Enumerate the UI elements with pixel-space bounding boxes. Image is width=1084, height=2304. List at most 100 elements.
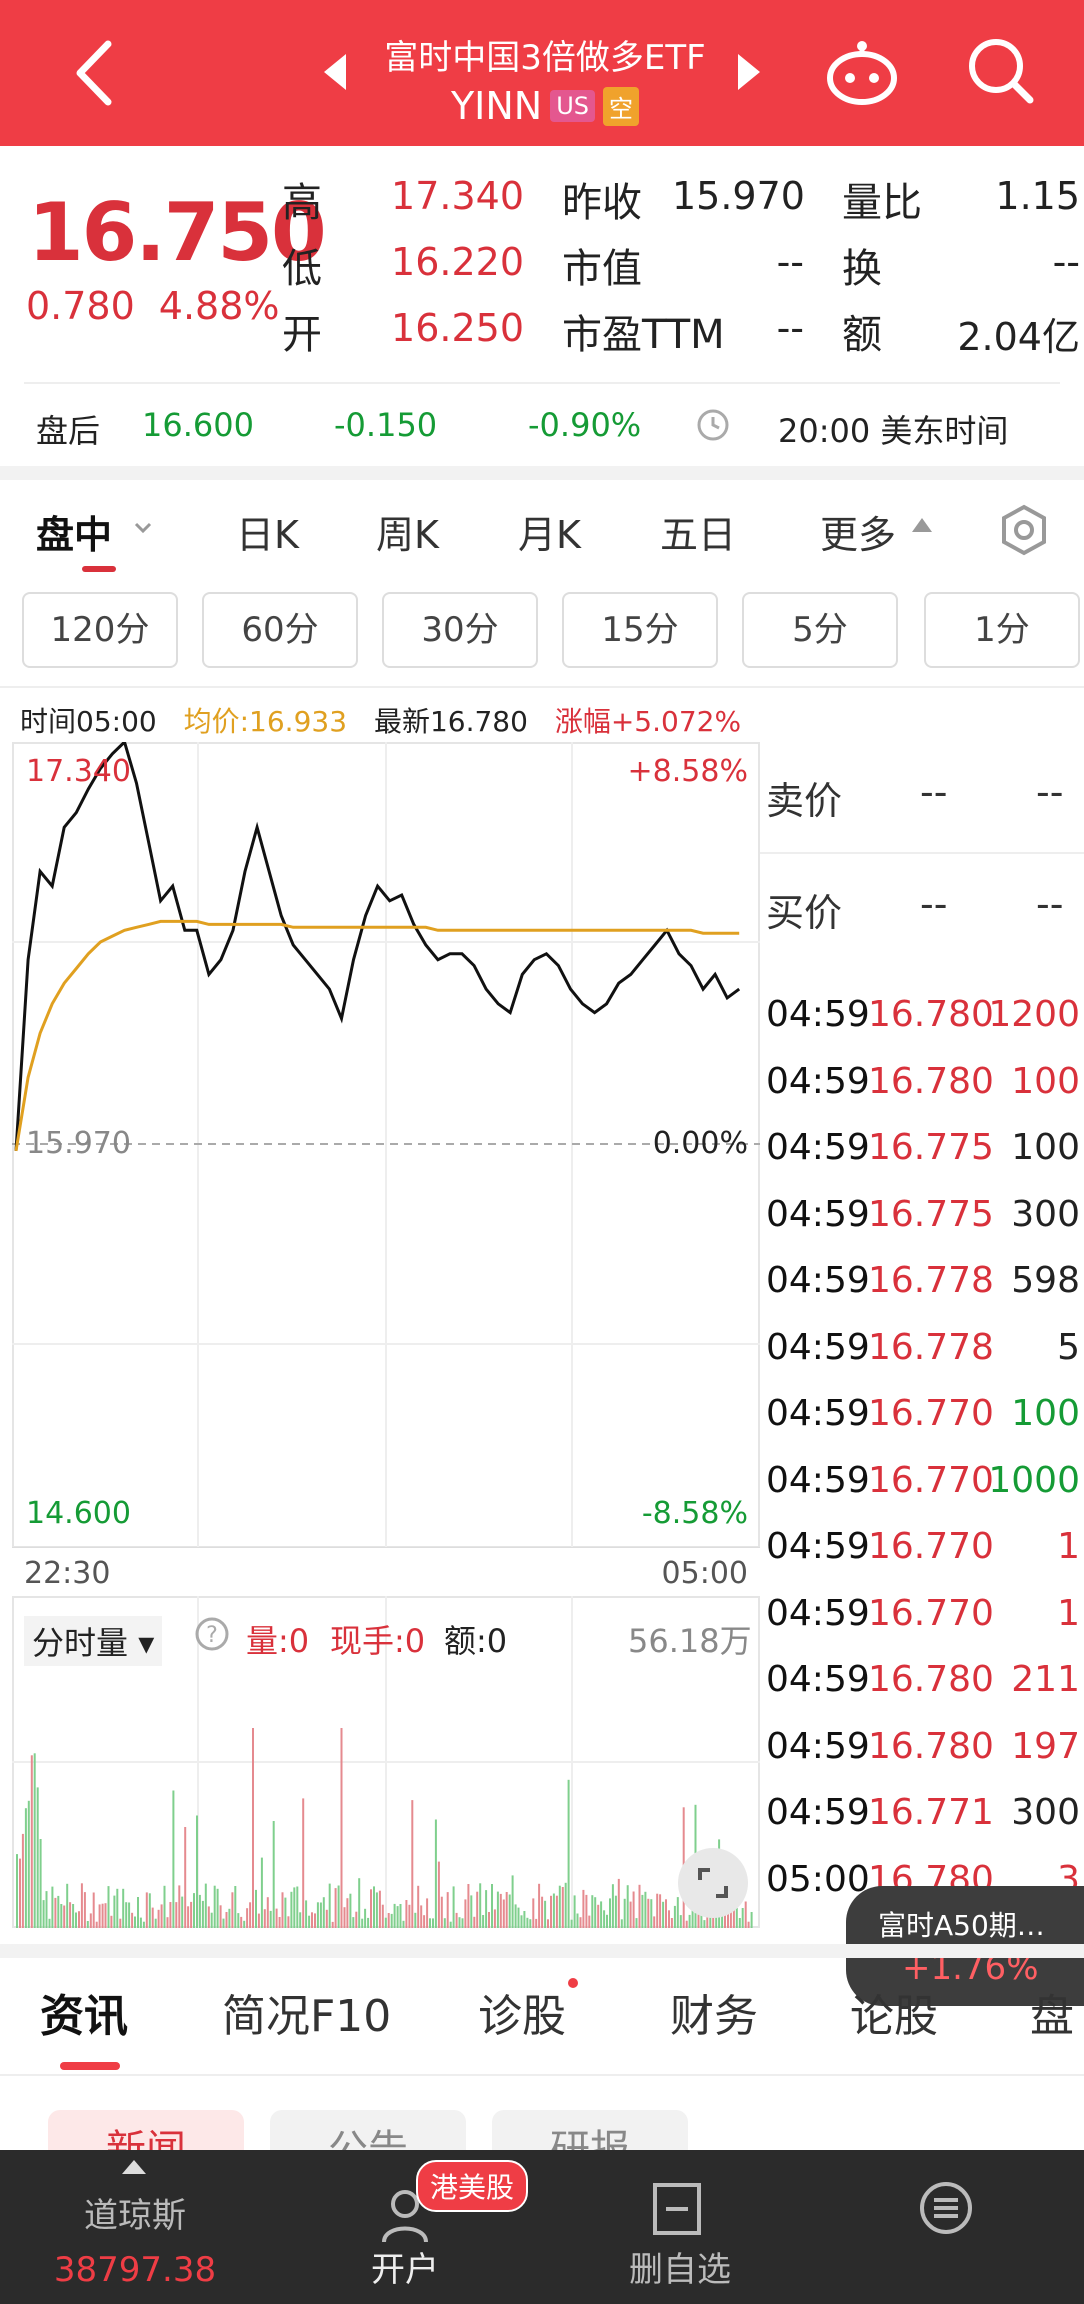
- caret-up-icon[interactable]: [910, 516, 934, 534]
- volume-bar: [452, 1886, 455, 1928]
- divider: [0, 2074, 1084, 2076]
- volume-bar: [346, 1898, 349, 1928]
- period-15m[interactable]: 15分: [562, 592, 718, 668]
- volume-bar: [352, 1917, 355, 1928]
- next-icon[interactable]: [736, 52, 762, 92]
- volume-bar: [579, 1917, 582, 1928]
- volume-bar: [204, 1883, 207, 1928]
- volume-bar: [670, 1918, 673, 1928]
- volume-mode-dropdown[interactable]: 分时量 ▾: [24, 1616, 163, 1666]
- volume-bar: [523, 1911, 526, 1928]
- tick-time: 04:59: [766, 1393, 870, 1434]
- bot-icon[interactable]: [826, 38, 898, 106]
- volume-bar: [246, 1908, 249, 1928]
- info-time: 时间05:00: [20, 705, 157, 738]
- period-30m[interactable]: 30分: [382, 592, 538, 668]
- intraday-chart[interactable]: 17.340 +8.58% 15.970 0.00% 14.600 -8.58%…: [12, 742, 760, 1591]
- tab-more-news[interactable]: 盘: [1030, 1980, 1074, 2044]
- remove-watchlist-button[interactable]: 删自选: [600, 2242, 760, 2291]
- promo-badge[interactable]: 港美股: [416, 2160, 529, 2212]
- tick-price: 16.780: [868, 994, 994, 1035]
- volume-bar: [151, 1907, 154, 1928]
- tab-financials[interactable]: 财务: [670, 1980, 758, 2044]
- volume-bar: [662, 1901, 665, 1928]
- volume-bar: [426, 1898, 429, 1928]
- tab-intraday[interactable]: 盘中: [36, 504, 112, 559]
- volume-bar: [269, 1910, 272, 1928]
- period-120m[interactable]: 120分: [22, 592, 178, 668]
- tab-profile[interactable]: 简况F10: [222, 1980, 391, 2044]
- ask-price: --: [920, 770, 948, 814]
- open-account-button[interactable]: 开户: [340, 2242, 470, 2291]
- volume-bar: [299, 1912, 302, 1928]
- volume-bar: [190, 1901, 193, 1928]
- volume-bar: [641, 1894, 644, 1928]
- tab-weekly[interactable]: 周K: [376, 504, 439, 559]
- search-icon[interactable]: [966, 36, 1036, 106]
- period-60m[interactable]: 60分: [202, 592, 358, 668]
- volume-bar: [437, 1861, 440, 1928]
- tab-monthly[interactable]: 月K: [518, 504, 581, 559]
- after-hours-bar: 盘后 16.600 -0.150 -0.90% 20:00 美东时间: [0, 392, 1084, 458]
- volume-bar: [148, 1893, 151, 1928]
- fullscreen-button[interactable]: [678, 1848, 748, 1918]
- divider: [24, 382, 1060, 384]
- volume-bar: [21, 1833, 24, 1928]
- volume-mode-label: 分时量: [32, 1624, 129, 1662]
- x-start-label: 22:30: [24, 1556, 111, 1591]
- period-5m[interactable]: 5分: [742, 592, 898, 668]
- tick-volume: 598: [1011, 1260, 1080, 1301]
- help-icon[interactable]: ?: [194, 1616, 230, 1652]
- tick-row: 04:59 16.780 100: [764, 1061, 1084, 1127]
- tab-daily[interactable]: 日K: [236, 504, 299, 559]
- volume-bar: [367, 1917, 370, 1928]
- volume-bar: [432, 1918, 434, 1928]
- tab-more[interactable]: 更多: [820, 504, 896, 559]
- volume-bar: [449, 1921, 452, 1928]
- volume-bar: [429, 1918, 431, 1928]
- volume-bar: [685, 1920, 688, 1928]
- volume-bar: [653, 1916, 656, 1928]
- low-label: 低: [282, 246, 322, 292]
- volume-bar: [370, 1889, 372, 1928]
- period-1m[interactable]: 1分: [924, 592, 1080, 668]
- after-hours-label: 盘后: [36, 412, 101, 450]
- volume-bar: [157, 1909, 160, 1928]
- volume-bar: [198, 1894, 201, 1928]
- y-high-label: 17.340: [26, 754, 131, 789]
- volume-bar: [240, 1916, 243, 1928]
- back-icon[interactable]: [70, 38, 120, 108]
- volume-bar: [128, 1902, 131, 1928]
- index-name[interactable]: 道琼斯: [40, 2188, 230, 2237]
- volume-bar: [101, 1903, 104, 1928]
- tab-discussion[interactable]: 论股: [850, 1980, 938, 2044]
- volume-bar: [139, 1917, 142, 1928]
- order-book: 卖价 -- -- 买价 -- -- 04:59 16.780 1200 04:59 16…: [760, 742, 1084, 1918]
- volume-bar: [243, 1920, 246, 1928]
- ticker-line: YINN US 空: [370, 84, 720, 128]
- tick-row: 04:59 16.778 5: [764, 1327, 1084, 1393]
- prev-icon[interactable]: [322, 52, 348, 92]
- volume-bar: [284, 1897, 287, 1928]
- volume-bar: [275, 1908, 278, 1928]
- chevron-down-icon[interactable]: [134, 522, 152, 534]
- tab-diagnosis[interactable]: 诊股: [478, 1980, 566, 2044]
- volume-bar: [75, 1912, 77, 1928]
- volume-bar: [611, 1884, 614, 1928]
- volume-bar: [576, 1913, 579, 1928]
- pct-mid-label: 0.00%: [652, 1126, 748, 1161]
- volume-bar: [420, 1905, 423, 1928]
- volume-bar: [629, 1901, 632, 1928]
- volume-bar: [650, 1899, 653, 1928]
- volume-bar: [665, 1899, 667, 1928]
- volume-bar: [482, 1915, 485, 1928]
- volume-bar: [89, 1913, 92, 1928]
- index-value: 38797.38: [53, 2250, 217, 2290]
- tick-volume: 100: [1011, 1060, 1080, 1102]
- tab-news[interactable]: 资讯: [40, 1980, 128, 2044]
- settings-icon[interactable]: [998, 504, 1050, 556]
- volume-bar: [399, 1904, 402, 1928]
- tab-five-day[interactable]: 五日: [660, 504, 736, 559]
- volume-bar: [308, 1915, 311, 1928]
- menu-icon[interactable]: [918, 2180, 974, 2236]
